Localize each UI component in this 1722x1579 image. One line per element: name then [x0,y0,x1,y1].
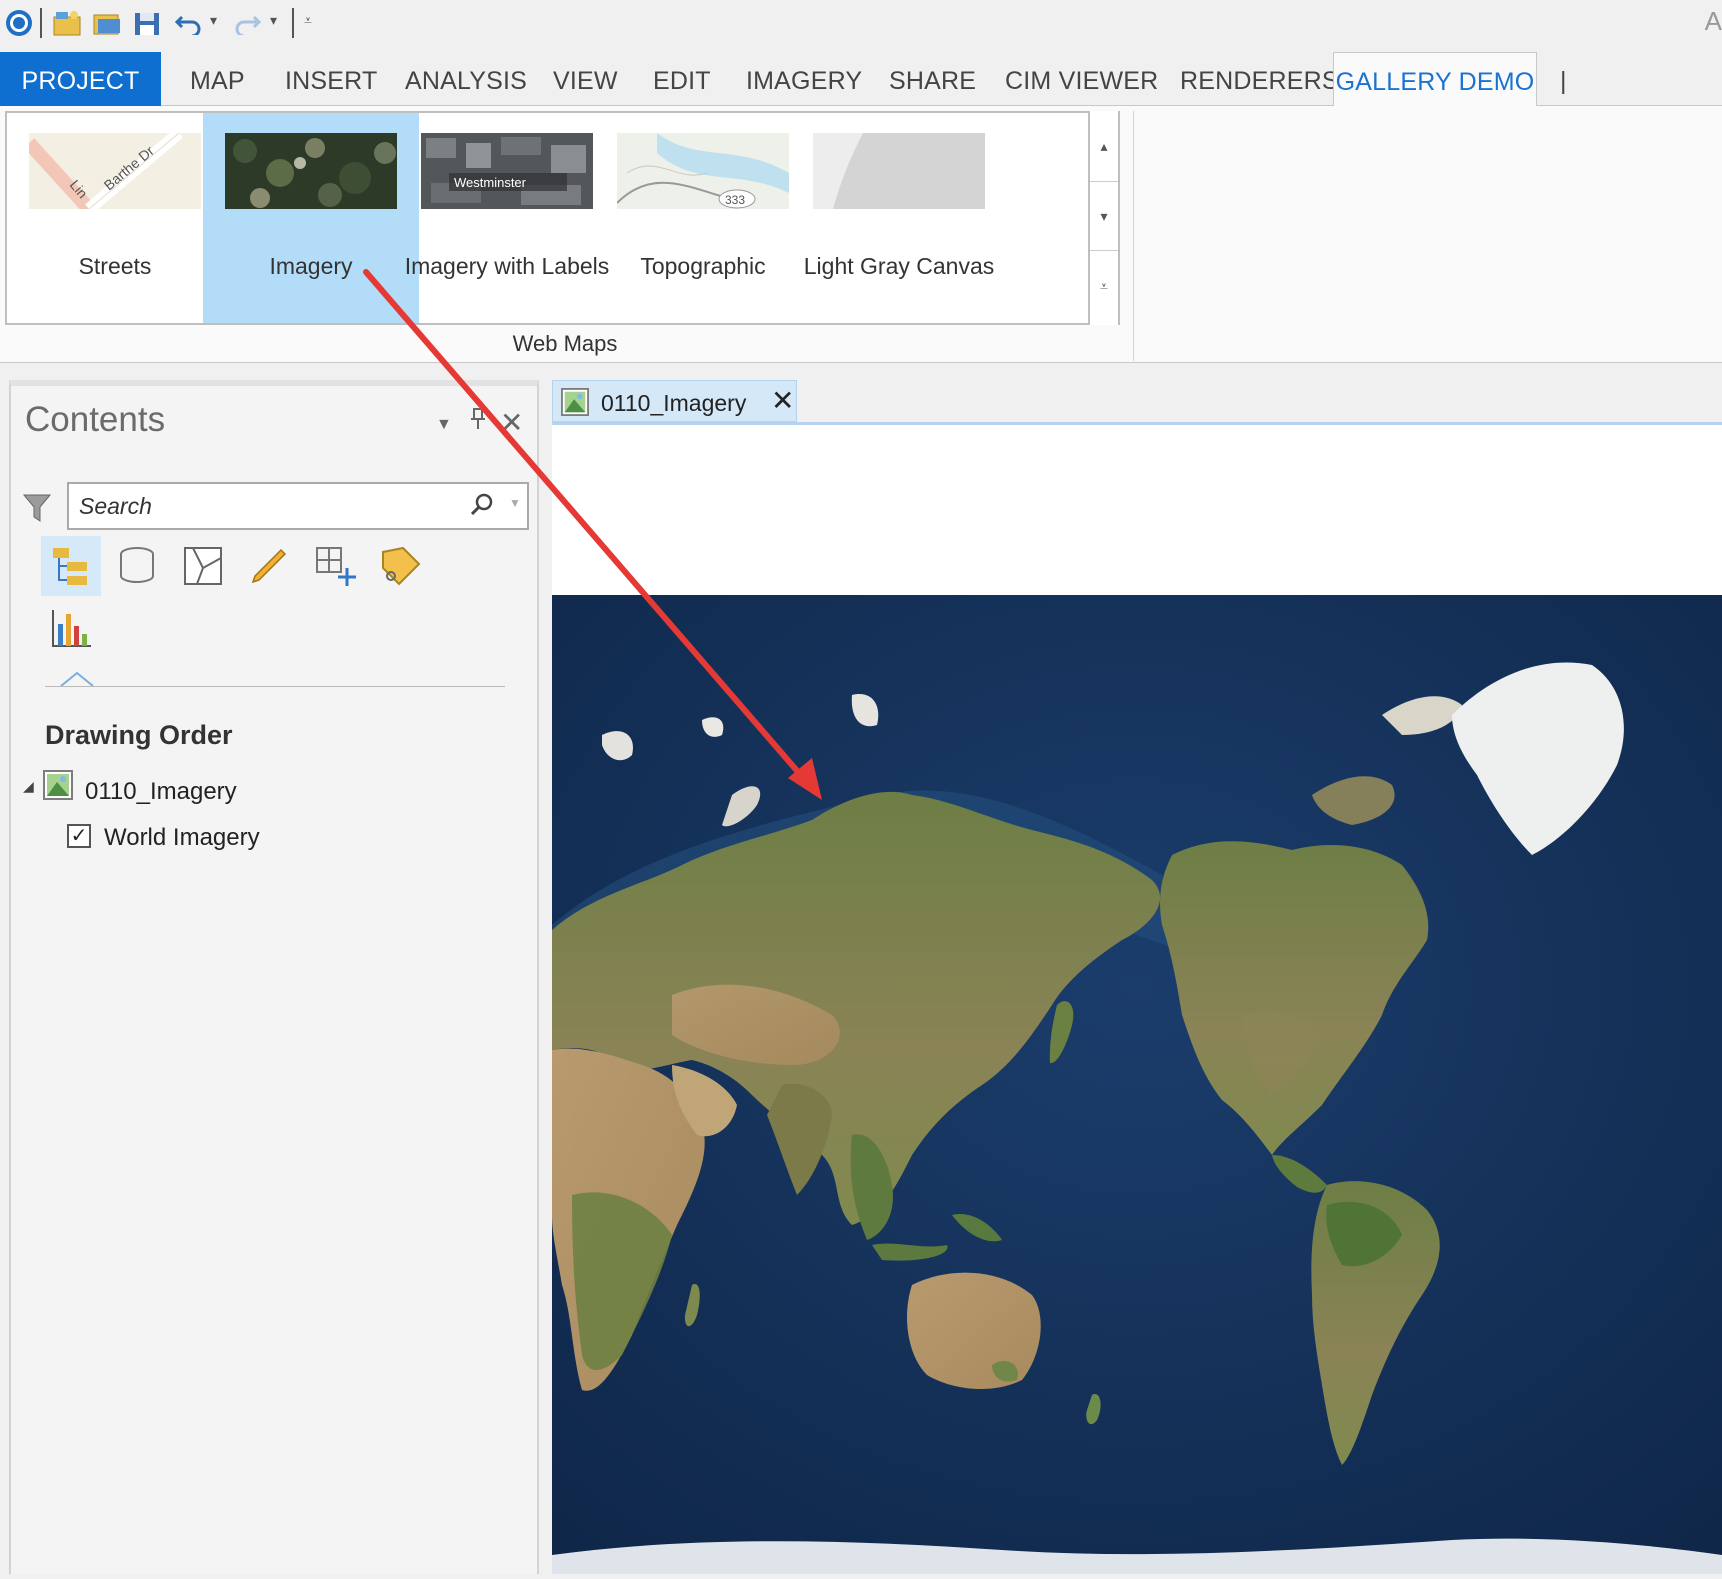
list-by-editing-icon[interactable] [239,536,299,596]
web-maps-gallery: Barthe Dr Lin Streets Imagery Westminste… [5,111,1120,325]
map-blank-area [552,425,1722,595]
view-collapse-icon[interactable] [59,671,95,692]
gallery-item-topographic[interactable]: 333 Topographic [595,113,811,323]
australia [907,1272,1041,1390]
filter-icon[interactable] [22,493,52,528]
view-divider [45,686,505,687]
search-input[interactable] [77,490,437,522]
map-tab-label: 0110_Imagery [601,390,747,416]
gallery-label-light-gray-canvas: Light Gray Canvas [803,253,995,279]
new-project-icon[interactable] [50,6,84,40]
tab-renderers[interactable]: RENDERERS [1180,52,1339,106]
list-by-drawing-order-icon[interactable] [41,536,101,596]
customize-icon[interactable]: ⩡ [304,12,312,29]
gallery-label-imagery: Imagery [269,253,353,279]
gallery-item-light-gray-canvas[interactable]: Light Gray Canvas [791,113,1007,323]
pin-icon[interactable] [470,408,486,435]
tab-cim-viewer[interactable]: CIM VIEWER [1005,52,1158,106]
map-view: 0110_Imagery ✕ [552,380,1722,1574]
thumb-label-westminster: Westminster [454,175,527,190]
gallery-scroll-up-icon[interactable]: ▴ [1090,111,1118,181]
ribbon-group-divider [1133,111,1134,361]
light-gray-canvas-thumbnail [813,133,985,209]
close-icon[interactable]: ✕ [500,406,523,439]
section-title-drawing-order: Drawing Order [45,720,233,750]
imagery-thumbnail [225,133,397,209]
search-icon[interactable] [469,492,495,523]
pane-menu-icon[interactable]: ▼ [436,416,452,434]
streets-thumbnail: Barthe Dr Lin [29,133,201,209]
group-label-web-maps: Web Maps [512,331,618,356]
gallery-scrollbar: ▴ ▾ ⩡ [1088,111,1118,325]
search-box: ▼ [67,482,529,530]
open-project-icon[interactable] [90,6,124,40]
list-by-selection-icon[interactable] [173,536,233,596]
gallery-item-streets[interactable]: Barthe Dr Lin Streets [7,113,223,323]
tab-view[interactable]: VIEW [553,52,618,106]
tab-share[interactable]: SHARE [889,52,976,106]
map-icon [43,770,73,805]
gallery-label-imagery-with-labels: Imagery with Labels [404,253,610,279]
redo-icon [230,6,264,40]
layer-visibility-checkbox[interactable]: ✓ [67,824,91,848]
map-canvas[interactable] [552,595,1722,1574]
world-imagery-basemap [552,595,1722,1574]
thumb-label-333: 333 [725,193,745,207]
list-by-labeling-icon[interactable] [371,536,431,596]
undo-dropdown-icon[interactable]: ▾ [210,12,217,29]
save-project-icon[interactable] [130,6,164,40]
ribbon-tabs: PROJECT MAP INSERT ANALYSIS VIEW EDIT IM… [0,52,1722,108]
gallery-label-topographic: Topographic [640,253,766,279]
tab-insert[interactable]: INSERT [285,52,377,106]
list-by-source-icon[interactable] [107,536,167,596]
pane-title: Contents [25,400,166,439]
undo-icon[interactable] [172,6,206,40]
topographic-thumbnail: 333 [617,133,789,209]
contents-pane: Contents ▼ ✕ ▼ Drawing Order ◢ [9,380,539,1574]
quick-access-toolbar: ▾ ▾ ⩡ A [0,0,1722,50]
tab-edit[interactable]: EDIT [653,52,711,106]
close-icon[interactable]: ✕ [771,384,794,417]
layer-label-world-imagery[interactable]: World Imagery [104,824,260,852]
gallery-item-imagery[interactable]: Imagery [203,113,419,323]
list-by-snapping-icon[interactable] [305,536,365,596]
gallery-label-streets: Streets [78,253,152,279]
tab-imagery[interactable]: IMAGERY [746,52,862,106]
tab-analysis[interactable]: ANALYSIS [405,52,527,106]
map-icon [561,388,589,421]
redo-dropdown-icon[interactable]: ▾ [270,12,277,29]
arcgis-pro-icon[interactable] [2,6,36,40]
tab-gallery-demo[interactable]: GALLERY DEMO [1333,52,1537,108]
title-fragment: A [1704,6,1722,36]
map-view-tab[interactable]: 0110_Imagery ✕ [552,380,797,422]
gallery-item-imagery-with-labels[interactable]: Westminster Imagery with Labels [399,113,615,323]
list-by-charts-icon[interactable] [41,598,101,658]
tab-project[interactable]: PROJECT [0,52,161,106]
imagery-with-labels-thumbnail: Westminster [421,133,593,209]
ribbon-panel: Barthe Dr Lin Streets Imagery Westminste… [0,106,1722,363]
search-dropdown-icon[interactable]: ▼ [509,496,521,510]
tab-overflow[interactable]: | [1560,52,1568,106]
expand-triangle-icon[interactable]: ◢ [23,778,34,795]
tab-map[interactable]: MAP [190,52,245,106]
gallery-expand-icon[interactable]: ⩡ [1090,251,1118,321]
gallery-scroll-down-icon[interactable]: ▾ [1090,181,1118,251]
map-node-label[interactable]: 0110_Imagery [85,778,237,806]
